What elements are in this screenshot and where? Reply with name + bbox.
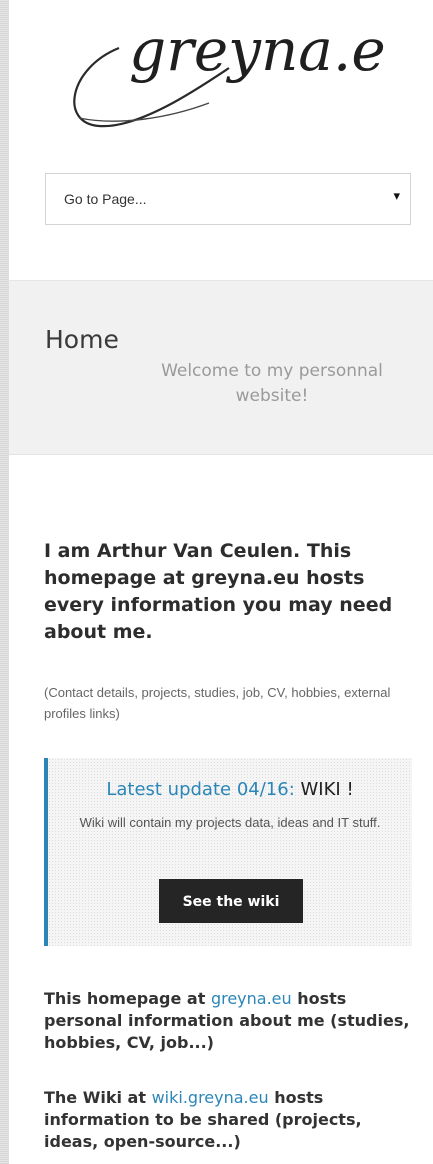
intro-heading: I am Arthur Van Ceulen. This homepage at… — [44, 540, 393, 643]
wiki-link[interactable]: wiki.greyna.eu — [152, 1088, 269, 1107]
go-to-page-select[interactable]: Go to Page... ▾ — [45, 173, 411, 225]
logo-wordmark: greyna.eu — [129, 16, 389, 84]
chevron-down-icon: ▾ — [393, 189, 400, 204]
page: greyna.eu Go to Page... ▾ Home Welcome t… — [0, 0, 433, 1164]
greyna-link[interactable]: greyna.eu — [211, 989, 292, 1008]
site-logo[interactable]: greyna.eu — [59, 8, 423, 133]
page-title: Home — [45, 325, 119, 354]
homepage-description: This homepage at greyna.eu hosts persona… — [44, 988, 412, 1054]
site-header: greyna.eu Go to Page... ▾ — [9, 0, 433, 280]
page-title-band: Home Welcome to my personnal website! — [9, 280, 433, 455]
intro-subtext: (Contact details, projects, studies, job… — [44, 685, 391, 721]
callout-heading-highlight: WIKI ! — [300, 779, 354, 800]
left-edge-strip — [0, 0, 9, 1164]
logo-flourish-tail — [78, 102, 210, 122]
logo-script-graphic: greyna.eu — [73, 16, 423, 128]
callout-heading: Latest update 04/16: WIKI ! — [48, 778, 412, 802]
homepage-description-lead: This homepage at — [44, 989, 211, 1008]
latest-update-callout: Latest update 04/16: WIKI ! Wiki will co… — [44, 758, 412, 946]
go-to-page-select-value: Go to Page... — [64, 191, 147, 207]
wiki-description-lead: The Wiki at — [44, 1088, 152, 1107]
callout-text: Wiki will contain my projects data, idea… — [79, 815, 381, 830]
wiki-description: The Wiki at wiki.greyna.eu hosts informa… — [44, 1087, 412, 1153]
callout-heading-prefix: Latest update 04/16: — [106, 779, 295, 800]
page-subtitle: Welcome to my personnal website! — [161, 361, 383, 406]
see-the-wiki-button[interactable]: See the wiki — [159, 879, 303, 923]
